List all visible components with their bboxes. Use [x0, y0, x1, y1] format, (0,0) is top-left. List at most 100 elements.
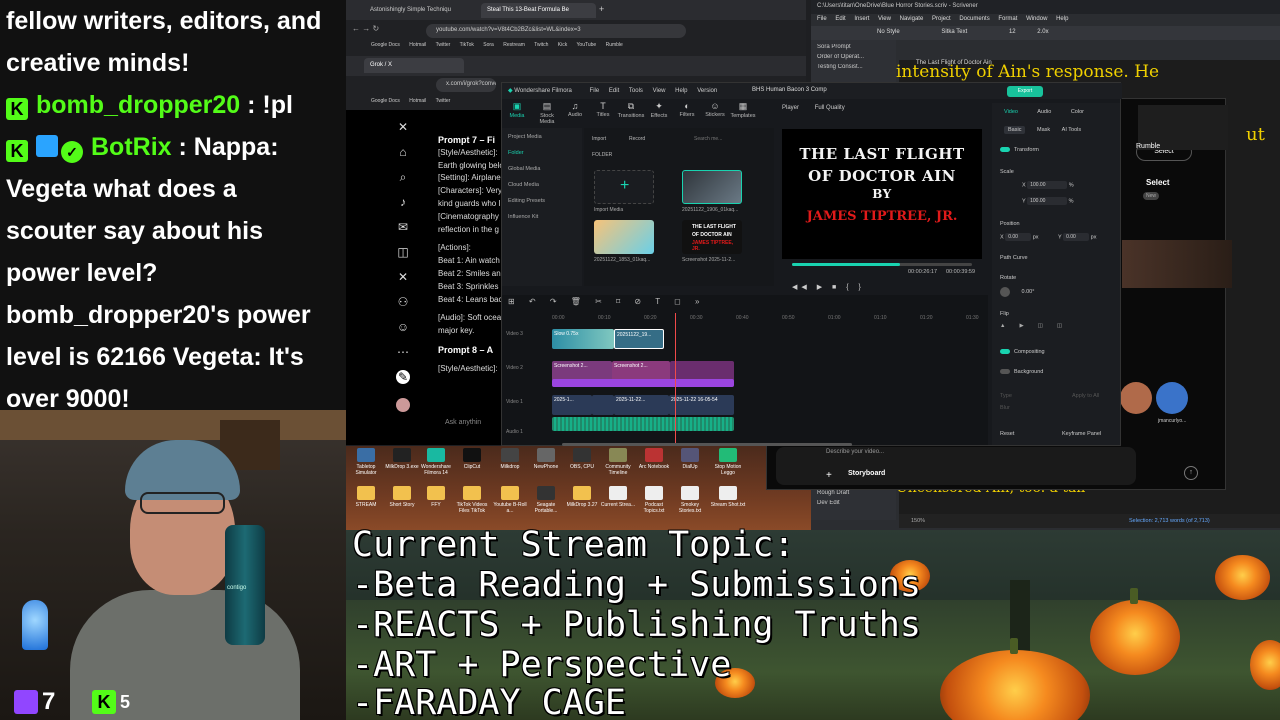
binder-item[interactable]: Sora Prompt [817, 44, 890, 50]
home-icon[interactable]: ⌂ [396, 145, 410, 159]
timeline-clip-selected[interactable]: 20251122_19... [614, 329, 664, 349]
scale-x-field[interactable]: X 100.00 % [1022, 181, 1074, 189]
timeline-clip[interactable]: 2025-11-22 16-05-54 [669, 395, 734, 415]
tab-filters[interactable]: ◐ Filters [672, 101, 702, 118]
folder-icon[interactable]: TikTok Videos Files TikTok [454, 486, 490, 514]
timeline-clip[interactable]: Screenshot 2... [552, 361, 612, 381]
text-file-icon[interactable]: Current Strea... [600, 486, 636, 508]
avatar[interactable] [396, 398, 410, 412]
sidebar-item[interactable]: Editing Presets [508, 198, 576, 204]
menu-item[interactable]: View [653, 88, 666, 94]
menu-item[interactable]: Help [675, 88, 687, 94]
address-bar[interactable]: youtube.com/watch?v=V8t4Cb2BZc&list=WL&i… [426, 24, 686, 38]
binder-item[interactable]: Order of Operat... [817, 54, 890, 60]
menu-item[interactable]: File [590, 88, 600, 94]
nav-back-icon[interactable]: ← → ↻ [352, 24, 379, 33]
sidebar-item[interactable]: Project Media [508, 134, 576, 140]
menu-item[interactable]: View [878, 16, 891, 22]
tab-video[interactable]: Video [1004, 109, 1018, 115]
binder-item[interactable]: Testing Consist... [817, 64, 890, 70]
desktop-icon[interactable]: Arc Notebook [636, 448, 672, 470]
menu-item[interactable]: Format [998, 16, 1017, 22]
binder-item[interactable]: Rough Draft [817, 490, 890, 496]
size-select[interactable]: 12 [1009, 29, 1016, 35]
browser-tab-grok[interactable]: Grok / X [364, 58, 464, 73]
x-premium-icon[interactable]: ✕ [396, 270, 410, 284]
playback-controls[interactable]: ◀◀ ▶ ■ { } [792, 283, 865, 291]
desktop-icon[interactable]: NewPhone [528, 448, 564, 470]
folder-icon[interactable]: STREAM [348, 486, 384, 508]
menu-item[interactable]: Edit [609, 88, 619, 94]
tab-stickers[interactable]: ☺ Stickers [700, 101, 730, 118]
bookmark[interactable]: Google Docs [371, 98, 400, 104]
browser-tab[interactable]: Astonishingly Simple Techniqu [364, 3, 479, 18]
player-preview[interactable]: THE LAST FLIGHT OF DOCTOR AIN BY JAMES T… [782, 129, 982, 259]
tab-transitions[interactable]: ⧉ Transitions [616, 101, 646, 119]
avatar[interactable] [1156, 382, 1188, 414]
menu-item[interactable]: Tools [629, 88, 643, 94]
desktop-icon[interactable]: Milkdrop [492, 448, 528, 470]
desktop-icon[interactable]: Tabletop Simulator [348, 448, 384, 476]
menu-item[interactable]: Window [1026, 16, 1047, 22]
media-thumbnail[interactable] [594, 220, 654, 254]
more-icon[interactable]: ⋯ [396, 345, 410, 359]
timeline-clip[interactable] [592, 395, 614, 415]
desktop-icon[interactable]: MilkDrop 3.exe [384, 448, 420, 470]
blur-select[interactable]: Blur [1000, 405, 1010, 411]
drive-icon[interactable]: Seagate Portable... [528, 486, 564, 514]
tab-media[interactable]: ▣ Media [502, 101, 532, 119]
menu-item[interactable]: Version [697, 88, 717, 94]
tab-audio[interactable]: Audio [1037, 109, 1051, 115]
video-thumbnail[interactable] [1122, 240, 1232, 288]
position-y-field[interactable]: Y 0.00 px [1058, 233, 1096, 241]
media-thumbnail[interactable] [682, 170, 742, 204]
menu-item[interactable]: Insert [854, 16, 869, 22]
font-select[interactable]: Sitka Text [941, 29, 967, 35]
bell-icon[interactable]: ♪ [396, 195, 410, 209]
sidebar-item[interactable]: Cloud Media [508, 182, 576, 188]
bookmark[interactable]: Rumble [606, 42, 623, 48]
export-button[interactable]: Export [1007, 86, 1043, 97]
background-row[interactable]: Background [1000, 369, 1043, 375]
describe-input[interactable]: Describe your video... [826, 449, 884, 455]
text-file-icon[interactable]: Stream Shot.txt [710, 486, 746, 508]
grok-ask-input[interactable]: Ask anythin [441, 415, 501, 433]
communities-icon[interactable]: ⚇ [396, 295, 410, 309]
timeline-clip[interactable] [670, 361, 734, 381]
subtab-basic[interactable]: Basic [1004, 126, 1026, 134]
tab-effects[interactable]: ✦ Effects [644, 101, 674, 119]
subtab-ai-tools[interactable]: AI Tools [1062, 127, 1081, 133]
bookmark[interactable]: Hotmail [409, 98, 426, 104]
flip-buttons[interactable]: ▲▶◫◫ [1000, 323, 1076, 329]
keyframe-panel-button[interactable]: Keyframe Panel [1062, 431, 1101, 437]
text-file-icon[interactable]: Smokey Stories.txt [672, 486, 708, 514]
playhead[interactable] [675, 313, 676, 443]
import-button[interactable]: Import [592, 136, 606, 142]
rumble-bookmark[interactable]: Rumble [1136, 143, 1160, 150]
timeline-clip[interactable]: Screenshot 2... [612, 361, 670, 381]
desktop-icon[interactable]: ClipCut [454, 448, 490, 470]
tab-color[interactable]: Color [1071, 109, 1084, 115]
timeline-scrollbar[interactable] [562, 443, 852, 446]
search-icon[interactable]: ⌕ [396, 170, 410, 184]
zoom-level[interactable]: 150% [911, 518, 925, 524]
style-select[interactable]: No Style [877, 29, 900, 35]
grok-icon[interactable]: ◫ [396, 245, 410, 259]
desktop-icon[interactable]: OBS, CPU [564, 448, 600, 470]
timeline-clip[interactable]: Slow 0.75x [552, 329, 614, 349]
menu-item[interactable]: Help [1056, 16, 1068, 22]
reset-button[interactable]: Reset [1000, 431, 1014, 437]
submit-icon[interactable]: ↑ [1184, 466, 1198, 480]
media-thumbnail[interactable]: THE LAST FLIGHT OF DOCTOR AIN JAMES TIPT… [682, 220, 742, 254]
storyboard-button[interactable]: Storyboard [848, 470, 885, 477]
subtab-mask[interactable]: Mask [1037, 127, 1050, 133]
menu-item[interactable]: Navigate [900, 16, 924, 22]
bookmark[interactable]: Kick [558, 42, 567, 48]
transform-row[interactable]: Transform [1000, 147, 1039, 153]
mail-icon[interactable]: ✉ [396, 220, 410, 234]
desktop-icon[interactable]: DialUp [672, 448, 708, 470]
desktop-icon[interactable]: Wondershare Filmora 14 [418, 448, 454, 476]
sidebar-item[interactable]: Influence Kit [508, 214, 576, 220]
playback-progress-bar[interactable] [792, 263, 972, 266]
bookmark[interactable]: Hotmail [409, 42, 426, 48]
